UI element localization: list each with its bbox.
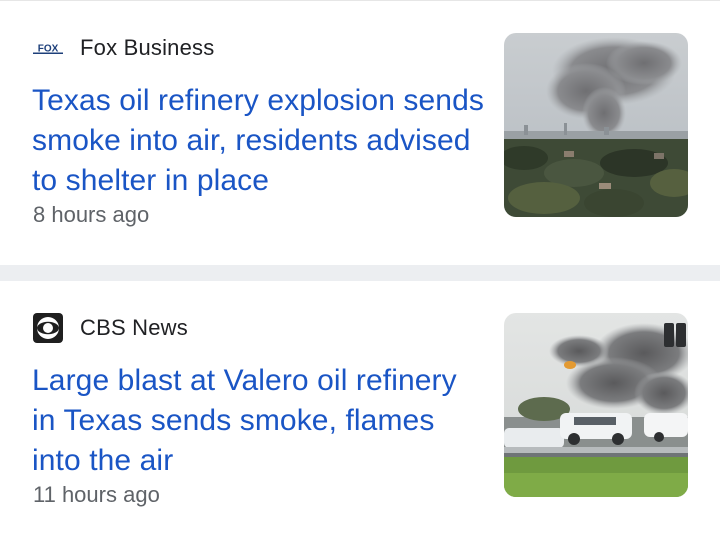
news-feed: FOX Fox Business Texas oil refinery expl… <box>0 0 720 544</box>
news-source: CBS News <box>33 313 188 343</box>
headline-link[interactable]: Large blast at Valero oil refinery in Te… <box>32 361 487 481</box>
source-name: Fox Business <box>80 35 215 60</box>
svg-text:FOX: FOX <box>38 44 59 55</box>
cbs-news-logo-icon <box>33 313 63 343</box>
card-separator <box>0 265 720 281</box>
source-name: CBS News <box>80 315 188 340</box>
refinery-smoke-thumbnail[interactable] <box>504 33 688 217</box>
timestamp: 11 hours ago <box>33 482 160 507</box>
fox-business-logo-icon: FOX <box>33 33 63 63</box>
news-source: FOX Fox Business <box>33 33 214 63</box>
headline-link[interactable]: Texas oil refinery explosion sends smoke… <box>32 81 487 201</box>
news-card[interactable]: FOX Fox Business Texas oil refinery expl… <box>0 1 720 265</box>
highway-smoke-thumbnail[interactable] <box>504 313 688 497</box>
timestamp: 8 hours ago <box>33 202 150 227</box>
news-card[interactable]: CBS News Large blast at Valero oil refin… <box>0 281 720 544</box>
